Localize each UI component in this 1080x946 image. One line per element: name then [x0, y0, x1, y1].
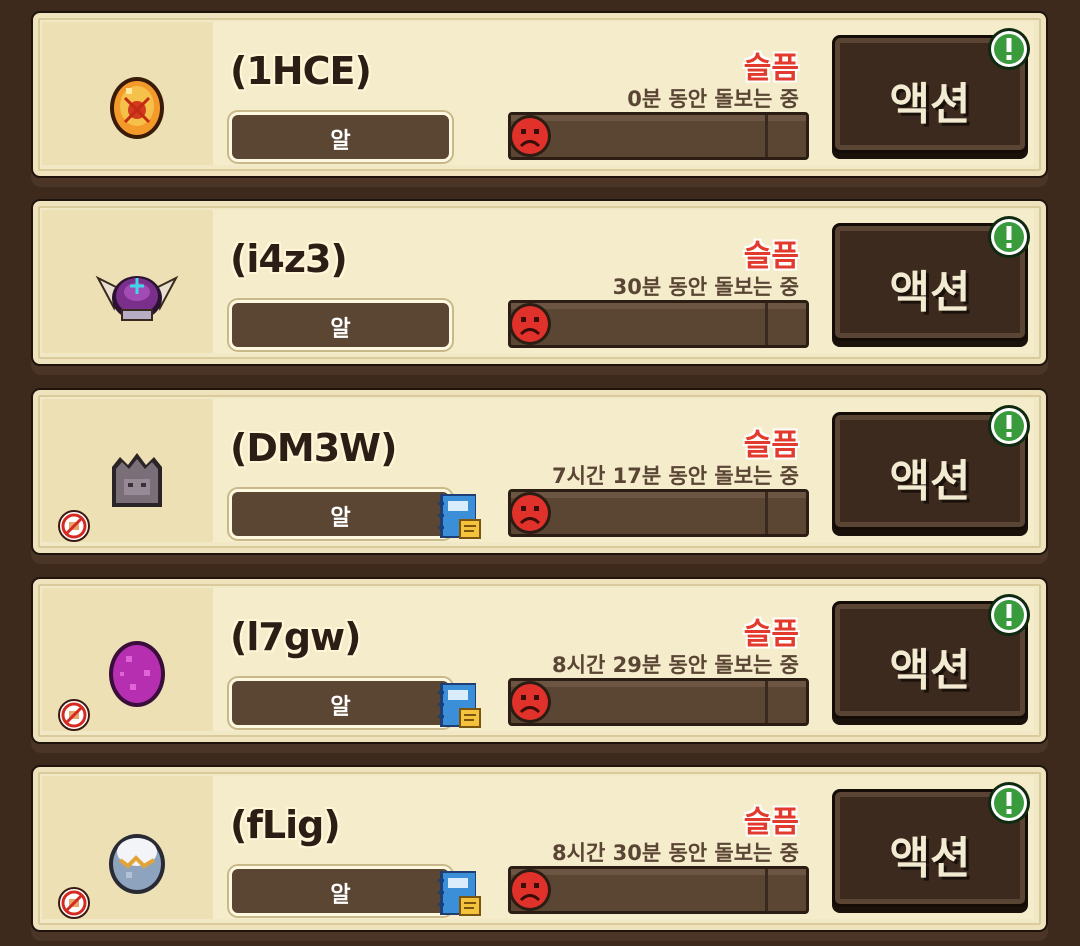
journal-icon[interactable]	[436, 869, 482, 919]
sad-face-icon	[509, 492, 551, 534]
card-body: (i4z3) 알 슬픔 30분 동안 돌보는 중 액션	[31, 199, 1048, 366]
pet-type-pill: 알	[229, 300, 452, 350]
no-food-icon	[58, 699, 90, 731]
pet-type-label: 알	[330, 883, 351, 908]
pet-name: (1HCE)	[230, 49, 372, 93]
pet-card: (1HCE) 알 슬픔 0분 동안 돌보는 중 액션	[31, 11, 1048, 187]
mood-label: 슬픔	[743, 617, 799, 652]
care-duration: 8시간 29분 동안 돌보는 중	[552, 653, 799, 677]
pet-icon-panel	[42, 22, 213, 165]
winged-helmet-icon	[95, 275, 179, 321]
sad-face-icon	[509, 115, 551, 157]
pet-type-pill: 알	[229, 678, 452, 728]
action-button-label: 액션	[889, 456, 971, 507]
purple-egg-icon	[109, 641, 165, 707]
mood-label: 슬픔	[743, 239, 799, 274]
alert-icon	[988, 28, 1030, 70]
care-duration: 30분 동안 돌보는 중	[612, 275, 799, 299]
pet-name: (l7gw)	[230, 615, 362, 659]
pet-icon-panel	[42, 399, 213, 542]
no-food-icon	[58, 510, 90, 542]
mood-bar	[508, 300, 809, 348]
journal-icon[interactable]	[436, 681, 482, 731]
card-body: (1HCE) 알 슬픔 0분 동안 돌보는 중 액션	[31, 11, 1048, 178]
pet-type-pill: 알	[229, 489, 452, 539]
mood-bar	[508, 866, 809, 914]
pet-type-label: 알	[330, 317, 351, 342]
mood-label: 슬픔	[743, 428, 799, 463]
alert-icon	[988, 405, 1030, 447]
sad-face-icon	[509, 869, 551, 911]
action-button-label: 액션	[889, 267, 971, 318]
alert-icon	[988, 594, 1030, 636]
pet-type-label: 알	[330, 506, 351, 531]
pet-type-label: 알	[330, 695, 351, 720]
pet-card: (l7gw) 알 슬픔 8시간 29분 동안 돌보는 중 액션	[31, 577, 1048, 753]
pet-name: (DM3W)	[230, 426, 397, 470]
alert-icon	[988, 216, 1030, 258]
pet-card: (DM3W) 알 슬픔 7시간 17분 동안 돌보는 중 액션	[31, 388, 1048, 564]
action-button-label: 액션	[889, 79, 971, 130]
pet-icon-panel	[42, 210, 213, 353]
sad-face-icon	[509, 303, 551, 345]
no-food-icon	[58, 887, 90, 919]
mood-bar	[508, 112, 809, 160]
care-duration: 7시간 17분 동안 돌보는 중	[552, 464, 799, 488]
alert-icon	[988, 782, 1030, 824]
orange-egg-icon	[110, 77, 164, 139]
sad-face-icon	[509, 681, 551, 723]
pet-card: (fLig) 알 슬픔 8시간 30분 동안 돌보는 중 액션	[31, 765, 1048, 941]
pet-type-pill: 알	[229, 866, 452, 916]
mood-label: 슬픔	[743, 805, 799, 840]
card-body: (fLig) 알 슬픔 8시간 30분 동안 돌보는 중 액션	[31, 765, 1048, 932]
pet-icon-panel	[42, 588, 213, 731]
pet-type-label: 알	[330, 129, 351, 154]
pet-card: (i4z3) 알 슬픔 30분 동안 돌보는 중 액션	[31, 199, 1048, 375]
card-body: (DM3W) 알 슬픔 7시간 17분 동안 돌보는 중 액션	[31, 388, 1048, 555]
stone-egg-icon	[112, 453, 162, 507]
cracked-egg-icon	[109, 834, 165, 894]
action-button-label: 액션	[889, 833, 971, 884]
pet-icon-panel	[42, 776, 213, 919]
care-duration: 0분 동안 돌보는 중	[627, 87, 799, 111]
care-duration: 8시간 30분 동안 돌보는 중	[552, 841, 799, 865]
action-button-label: 액션	[889, 645, 971, 696]
journal-icon[interactable]	[436, 492, 482, 542]
pet-name: (fLig)	[230, 803, 341, 847]
pet-name: (i4z3)	[230, 237, 348, 281]
card-body: (l7gw) 알 슬픔 8시간 29분 동안 돌보는 중 액션	[31, 577, 1048, 744]
mood-label: 슬픔	[743, 51, 799, 86]
mood-bar	[508, 678, 809, 726]
mood-bar	[508, 489, 809, 537]
pet-type-pill: 알	[229, 112, 452, 162]
